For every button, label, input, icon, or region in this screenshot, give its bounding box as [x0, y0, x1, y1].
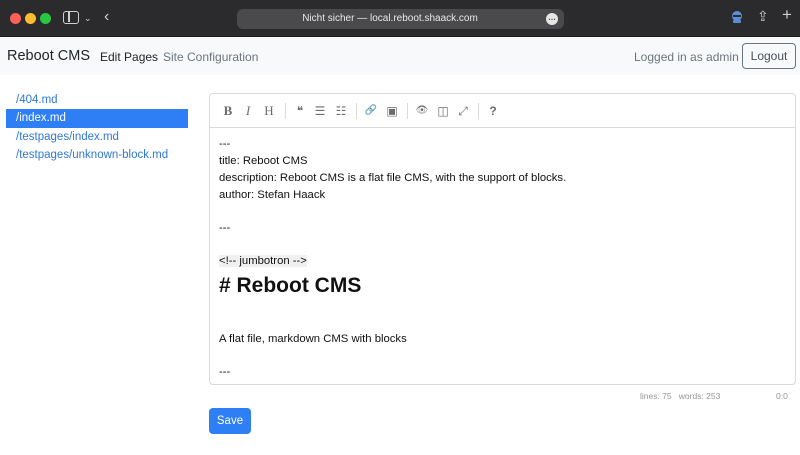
link-icon[interactable]: 🔗 [363, 103, 379, 119]
editor-line: --- [219, 138, 231, 150]
heading-icon[interactable]: H [261, 103, 277, 119]
file-list: /404.md /index.md /testpages/index.md /t… [6, 91, 188, 164]
brand-link[interactable]: Reboot CMS [7, 48, 90, 64]
editor-line: author: Stefan Haack [219, 189, 326, 201]
help-icon[interactable]: ? [485, 103, 501, 119]
side-by-side-icon[interactable]: ◫ [435, 103, 451, 119]
editor-toolbar: B I H ❝ ☰ ☷ 🔗 ▣ 👁 ◫ ⤢ ? [210, 94, 795, 128]
nav-edit-pages[interactable]: Edit Pages [100, 50, 158, 64]
editor-line: A flat file, markdown CMS with blocks [219, 333, 407, 345]
toolbar-separator [356, 103, 357, 119]
toolbar-separator [285, 103, 286, 119]
toolbar-separator [407, 103, 408, 119]
preview-icon[interactable]: 👁 [414, 103, 430, 119]
logged-in-text: Logged in as admin [634, 50, 739, 64]
markdown-editor: B I H ❝ ☰ ☷ 🔗 ▣ 👁 ◫ ⤢ ? --- title: Reboo… [209, 93, 796, 385]
more-options-icon[interactable]: … [546, 13, 558, 25]
close-window-button[interactable] [10, 13, 21, 24]
file-item[interactable]: /testpages/index.md [6, 128, 188, 146]
maximize-window-button[interactable] [40, 13, 51, 24]
italic-icon[interactable]: I [240, 103, 256, 119]
editor-line: --- [219, 366, 231, 378]
navbar: Reboot CMS Edit Pages Site Configuration… [0, 38, 800, 75]
editor-statusbar: lines: 75 words: 253 [640, 391, 720, 401]
editor-line-comment: <!-- jumbotron --> [219, 255, 307, 267]
toolbar-separator [478, 103, 479, 119]
nav-site-configuration[interactable]: Site Configuration [163, 50, 258, 64]
logout-button[interactable]: Logout [742, 43, 796, 69]
sidebar-toggle-icon[interactable] [63, 11, 79, 24]
file-item-active[interactable]: /index.md [6, 109, 188, 128]
minimize-window-button[interactable] [25, 13, 36, 24]
new-tab-icon[interactable]: + [782, 6, 792, 23]
bold-icon[interactable]: B [220, 103, 236, 119]
editor-line: --- [219, 222, 231, 234]
quote-icon[interactable]: ❝ [292, 103, 308, 119]
address-bar[interactable]: Nicht sicher — local.reboot.shaack.com … [237, 9, 564, 29]
url-text: Nicht sicher — local.reboot.shaack.com [302, 13, 478, 24]
cursor-position: 0:0 [776, 391, 788, 401]
editor-line: description: Reboot CMS is a flat file C… [219, 172, 567, 184]
file-item[interactable]: /testpages/unknown-block.md [6, 146, 188, 164]
numbered-list-icon[interactable]: ☷ [333, 103, 349, 119]
image-icon[interactable]: ▣ [384, 103, 400, 119]
editor-line: title: Reboot CMS [219, 155, 308, 167]
chevron-down-icon[interactable]: ⌄ [84, 11, 92, 25]
bullet-list-icon[interactable]: ☰ [312, 103, 328, 119]
line-count: lines: 75 [640, 391, 672, 401]
file-item[interactable]: /404.md [6, 91, 188, 109]
back-arrow-icon[interactable]: ‹ [104, 9, 109, 25]
editor-line-heading: # Reboot CMS [219, 274, 362, 297]
fullscreen-icon[interactable]: ⤢ [455, 103, 471, 119]
share-icon[interactable]: ⇪ [757, 9, 769, 23]
extension-icon[interactable] [730, 10, 744, 24]
browser-titlebar: ⌄ ‹ Nicht sicher — local.reboot.shaack.c… [0, 0, 800, 37]
word-count: words: 253 [678, 391, 721, 401]
save-button[interactable]: Save [209, 408, 251, 434]
